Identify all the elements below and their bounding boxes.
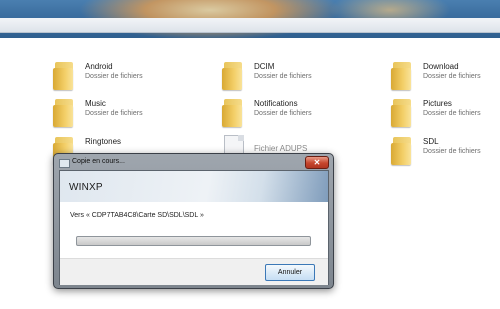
copy-icon — [59, 159, 70, 168]
close-button[interactable]: ✕ — [305, 156, 329, 169]
desktop-wallpaper-strip — [0, 0, 500, 38]
folder-icon — [391, 137, 413, 165]
folder-icon — [53, 62, 75, 90]
folder-item-download[interactable]: Download Dossier de fichiers — [391, 60, 500, 96]
folder-item-dcim[interactable]: DCIM Dossier de fichiers — [222, 60, 382, 96]
folder-icon — [391, 62, 413, 90]
folder-item-sdl[interactable]: SDL Dossier de fichiers — [391, 135, 500, 171]
cancel-button[interactable]: Annuler — [265, 264, 315, 281]
folder-icon — [222, 99, 244, 127]
dialog-header: WINXP — [60, 171, 328, 202]
folder-type: Dossier de fichiers — [423, 110, 481, 117]
destination-text: Vers « CDP7TAB4C8\Carte SD\SDL\SDL » — [70, 212, 204, 219]
folder-icon — [53, 99, 75, 127]
folder-item-music[interactable]: Music Dossier de fichiers — [53, 97, 213, 133]
folder-item-pictures[interactable]: Pictures Dossier de fichiers — [391, 97, 500, 133]
folder-type: Dossier de fichiers — [254, 110, 312, 117]
folder-name: SDL — [423, 137, 439, 146]
folder-item-android[interactable]: Android Dossier de fichiers — [53, 60, 213, 96]
file-name: Fichier ADUPS — [254, 144, 308, 153]
dialog-title: Copie en cours... — [72, 158, 125, 165]
progress-bar — [76, 236, 311, 246]
folder-name: DCIM — [254, 62, 275, 71]
folder-type: Dossier de fichiers — [85, 73, 143, 80]
folder-type: Dossier de fichiers — [423, 148, 481, 155]
folder-name: Ringtones — [85, 137, 122, 146]
copy-progress-dialog[interactable]: Copie en cours... ✕ WINXP Vers « CDP7TAB… — [53, 153, 334, 289]
folder-type: Dossier de fichiers — [85, 110, 143, 117]
dialog-footer: Annuler — [60, 258, 328, 285]
folder-name: Pictures — [423, 99, 452, 108]
folder-type: Dossier de fichiers — [254, 73, 312, 80]
folder-type: Dossier de fichiers — [423, 73, 481, 80]
folder-name: Notifications — [254, 99, 298, 108]
source-label: WINXP — [69, 182, 103, 193]
folder-icon — [222, 62, 244, 90]
folder-name: Download — [423, 62, 459, 71]
folder-name: Music — [85, 99, 106, 108]
folder-name: Android — [85, 62, 113, 71]
folder-icon — [391, 99, 413, 127]
dialog-content: WINXP Vers « CDP7TAB4C8\Carte SD\SDL\SDL… — [59, 170, 329, 285]
folder-item-notifications[interactable]: Notifications Dossier de fichiers — [222, 97, 382, 133]
explorer-toolbar — [0, 18, 500, 33]
dialog-body: Vers « CDP7TAB4C8\Carte SD\SDL\SDL » — [60, 202, 328, 258]
